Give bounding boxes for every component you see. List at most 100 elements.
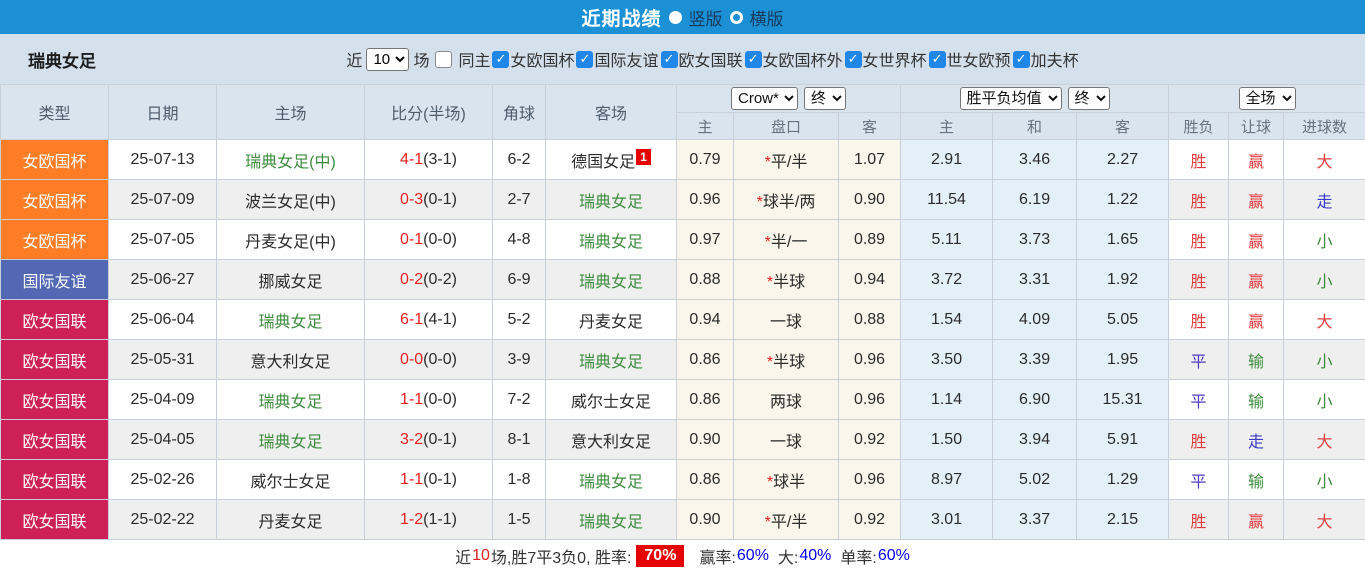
result-text: 赢	[1248, 233, 1265, 251]
league-label-0[interactable]: 女欧国杯	[510, 47, 574, 71]
away-team-cell: 瑞典女足	[545, 459, 677, 500]
odds-home-cell: 0.86	[676, 379, 734, 420]
away-team-cell: 瑞典女足	[545, 259, 677, 300]
avg-away-cell: 1.95	[1076, 339, 1170, 380]
odds-home-cell: 0.94	[676, 299, 734, 340]
avg-home-cell: 2.91	[900, 139, 994, 180]
result-text: 赢	[1248, 513, 1265, 531]
away-team-cell: 瑞典女足	[545, 219, 677, 260]
scope-select-group: 全场	[1168, 84, 1365, 113]
score-cell: 0-0(0-0)	[364, 339, 493, 380]
avg-draw-cell: 3.94	[992, 419, 1078, 460]
home-team-name: 瑞典女足	[258, 313, 323, 331]
home-team-cell: 威尔士女足	[216, 459, 365, 500]
league-type-cell: 女欧国杯	[0, 219, 109, 260]
league-checkbox-2[interactable]	[660, 50, 678, 68]
odds-state-select[interactable]: 终	[804, 87, 847, 110]
result-wdl-cell: 胜	[1168, 419, 1230, 460]
avg-home-cell: 11.54	[900, 179, 994, 220]
avg-type-select[interactable]: 胜平负均值	[959, 87, 1062, 110]
subcol-wdl: 胜负	[1168, 112, 1230, 140]
avg-draw-cell: 3.39	[992, 339, 1078, 380]
league-checkbox-6[interactable]	[1012, 50, 1030, 68]
odds-away-cell: 0.88	[837, 299, 902, 340]
home-team-cell: 瑞典女足(中)	[216, 139, 365, 180]
corners-cell: 2-7	[492, 179, 546, 220]
league-label-5[interactable]: 世女欧预	[947, 47, 1011, 71]
league-label-6[interactable]: 加夫杯	[1031, 47, 1079, 71]
radio-vertical-selected-icon[interactable]	[668, 10, 682, 24]
scope-select[interactable]: 全场	[1238, 87, 1296, 110]
radio-vertical-label[interactable]: 竖版	[689, 5, 723, 30]
result-handicap-cell: 赢	[1228, 179, 1285, 220]
result-text: 大	[1316, 153, 1333, 171]
result-text: 赢	[1248, 273, 1265, 291]
team-name: 瑞典女足	[28, 51, 96, 71]
date-cell: 25-07-05	[108, 219, 217, 260]
avg-state-select[interactable]: 终	[1067, 87, 1110, 110]
fulltime-score: 0-3	[400, 190, 424, 208]
radio-horizontal-label[interactable]: 横版	[750, 5, 784, 30]
result-text: 走	[1248, 433, 1265, 451]
league-checkbox-3[interactable]	[744, 50, 762, 68]
summary-footer: 近 10 场,胜7平3负0, 胜率: 70% 赢率: 60% 大: 40% 单率…	[0, 540, 1365, 572]
handicap-cell: 一球	[733, 419, 839, 460]
home-team-name: 意大利女足	[250, 353, 331, 371]
result-text: 输	[1248, 393, 1265, 411]
avg-draw-cell: 3.31	[992, 259, 1078, 300]
rank-badge: 1	[636, 148, 651, 165]
match-count-select[interactable]: 10	[366, 47, 410, 71]
subcol-let: 让球	[1228, 112, 1285, 140]
match-row: 欧女国联 25-05-31 意大利女足 0-0(0-0) 3-9 瑞典女足 0.86 *半球 0…	[0, 339, 1365, 380]
league-checkbox-0[interactable]	[492, 50, 510, 68]
league-type-cell: 欧女国联	[0, 339, 109, 380]
league-checkbox-5[interactable]	[928, 50, 946, 68]
date-cell: 25-05-31	[108, 339, 217, 380]
league-type-cell: 欧女国联	[0, 419, 109, 460]
fulltime-score: 3-2	[400, 430, 424, 448]
radio-horizontal-icon[interactable]	[729, 10, 743, 24]
odds-select-group: Crow* 终	[675, 84, 902, 113]
avg-home-cell: 3.50	[900, 339, 994, 380]
league-label-2[interactable]: 欧女国联	[679, 47, 743, 71]
match-row: 女欧国杯 25-07-09 波兰女足(中) 0-3(0-1) 2-7 瑞典女足 0.96 *球…	[0, 179, 1365, 220]
subcol-odds-away: 客	[837, 112, 902, 140]
match-row: 女欧国杯 25-07-05 丹麦女足(中) 0-1(0-0) 4-8 瑞典女足 0.97 *半…	[0, 219, 1365, 260]
avg-away-cell: 1.22	[1076, 179, 1170, 220]
league-label-3[interactable]: 女欧国杯外	[763, 47, 843, 71]
result-goals-cell: 大	[1283, 299, 1365, 340]
away-team-cell: 瑞典女足	[545, 339, 677, 380]
result-text: 胜	[1190, 153, 1207, 171]
corners-cell: 7-2	[492, 379, 546, 420]
result-handicap-cell: 赢	[1228, 499, 1285, 540]
result-handicap-cell: 赢	[1228, 219, 1285, 260]
avg-home-cell: 3.72	[900, 259, 994, 300]
score-cell: 1-1(0-0)	[364, 379, 493, 420]
league-label-1[interactable]: 国际友谊	[594, 47, 658, 71]
col-type: 类型	[0, 84, 109, 140]
handicap-star: *	[756, 193, 763, 211]
date-cell: 25-06-04	[108, 299, 217, 340]
result-goals-cell: 小	[1283, 259, 1365, 300]
avg-home-cell: 5.11	[900, 219, 994, 260]
home-team-cell: 瑞典女足	[216, 299, 365, 340]
result-goals-cell: 大	[1283, 419, 1365, 460]
league-checkbox-1[interactable]	[576, 50, 594, 68]
avg-away-cell: 5.91	[1076, 419, 1170, 460]
odds-source-select[interactable]: Crow*	[731, 87, 799, 110]
league-type-cell: 欧女国联	[0, 499, 109, 540]
filter-bar: 瑞典女足 近 10 场 同主 女欧国杯国际友谊欧女国联女欧国杯外女世界杯世女欧预…	[0, 34, 1365, 84]
corners-cell: 6-9	[492, 259, 546, 300]
home-team-name: 丹麦女足(中)	[245, 233, 336, 251]
result-text: 胜	[1190, 273, 1207, 291]
league-checkbox-4[interactable]	[844, 50, 862, 68]
away-team-cell: 意大利女足	[545, 419, 677, 460]
same-home-checkbox[interactable]	[435, 50, 453, 68]
fulltime-score: 1-1	[400, 470, 424, 488]
avg-home-cell: 8.97	[900, 459, 994, 500]
result-handicap-cell: 赢	[1228, 299, 1285, 340]
league-label-4[interactable]: 女世界杯	[863, 47, 927, 71]
odds-away-cell: 0.96	[837, 379, 902, 420]
result-wdl-cell: 平	[1168, 339, 1230, 380]
date-cell: 25-06-27	[108, 259, 217, 300]
